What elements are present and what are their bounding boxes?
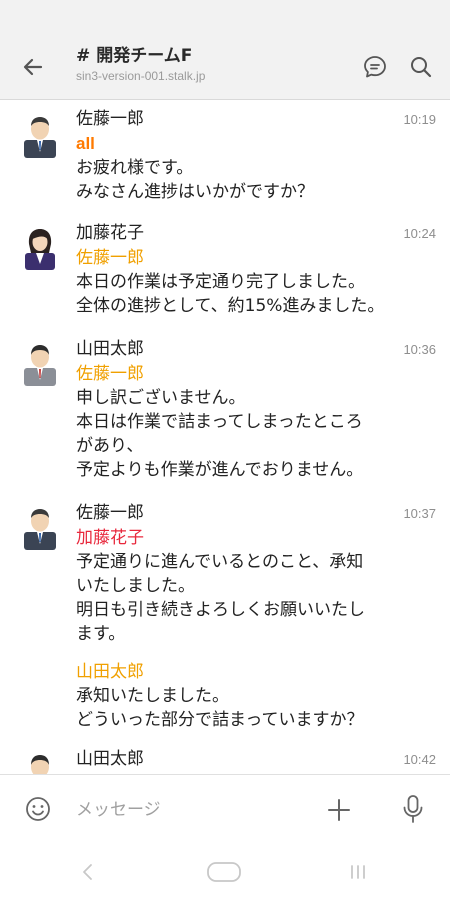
channel-title: # 開発チームF: [76, 46, 205, 66]
sender-name[interactable]: 加藤花子: [76, 220, 144, 246]
search-button[interactable]: [406, 52, 436, 82]
sender-name[interactable]: 山田太郎: [76, 336, 144, 362]
back-button[interactable]: [18, 52, 48, 82]
timestamp: 10:37: [403, 506, 436, 521]
timestamp: 10:36: [403, 342, 436, 357]
arrow-left-icon: [23, 58, 43, 76]
message-item: 加藤花子 10:24 佐藤一郎 本日の作業は予定通り完了しました。 全体の進捗と…: [0, 220, 450, 318]
message-line: いたしました。: [76, 576, 195, 596]
message-line: 承知いたしました。: [76, 686, 229, 706]
message-line: 申し訳ございません。: [76, 388, 246, 408]
channel-name: 開発チームF: [96, 46, 193, 66]
message-composer: [0, 774, 450, 844]
nav-back-icon[interactable]: [78, 862, 98, 882]
message-line: 明日も引き続きよろしくお願いいたし: [76, 600, 365, 620]
hash-icon: #: [76, 46, 91, 66]
mention-tag[interactable]: 加藤花子: [76, 526, 436, 550]
message-line: みなさん進捗はいかがですか？: [76, 182, 314, 202]
sender-name[interactable]: 佐藤一郎: [76, 500, 144, 526]
timestamp: 10:42: [403, 752, 436, 767]
message-line: お疲れ様です。: [76, 158, 194, 178]
chat-header: # 開発チームF sin3-version-001.stalk.jp: [0, 0, 450, 100]
emoji-icon[interactable]: [24, 795, 52, 823]
message-line: ます。: [76, 624, 126, 644]
message-item: 山田太郎 10:42: [0, 746, 450, 774]
message-item: 佐藤一郎 10:19 all お疲れ様です。 みなさん進捗はいかがですか？: [0, 106, 450, 204]
channel-title-block[interactable]: # 開発チームF sin3-version-001.stalk.jp: [76, 46, 205, 83]
system-navigation-bar: [0, 844, 450, 900]
nav-recent-apps-icon[interactable]: [348, 862, 368, 882]
workspace-domain: sin3-version-001.stalk.jp: [76, 69, 206, 83]
message-line: 予定よりも作業が進んでおりません。: [76, 460, 364, 480]
male-suit-avatar[interactable]: [20, 504, 60, 550]
mention-tag[interactable]: all: [76, 132, 436, 156]
plus-icon[interactable]: [324, 795, 354, 825]
timestamp: 10:19: [403, 112, 436, 127]
mic-icon[interactable]: [400, 793, 426, 825]
sender-name[interactable]: 佐藤一郎: [76, 106, 144, 132]
mention-tag[interactable]: 山田太郎: [76, 660, 436, 684]
message-line: 本日は作業で詰まってしまったところ: [76, 412, 363, 432]
timestamp: 10:24: [403, 226, 436, 241]
message-line: 全体の進捗として、約15%進みました。: [76, 296, 385, 316]
message-item: 山田太郎 10:36 佐藤一郎 申し訳ございません。 本日は作業で詰まってしまっ…: [0, 336, 450, 482]
male-suit-avatar[interactable]: [20, 112, 60, 158]
chat-bubble-icon: [364, 56, 386, 78]
search-icon: [411, 57, 432, 78]
message-item: 佐藤一郎 10:37 加藤花子 予定通りに進んでいるとのこと、承知 いたしました…: [0, 500, 450, 732]
nav-home-icon[interactable]: [206, 861, 242, 883]
message-line: 本日の作業は予定通り完了しました。: [76, 272, 365, 292]
message-line: があり、: [76, 436, 144, 456]
message-input[interactable]: [76, 793, 296, 827]
message-line: どういった部分で詰まっていますか？: [76, 710, 364, 730]
male-gray-avatar[interactable]: [20, 340, 60, 386]
message-line: 予定通りに進んでいるとのこと、承知: [76, 552, 364, 572]
female-avatar[interactable]: [20, 224, 60, 270]
mention-tag[interactable]: 佐藤一郎: [76, 362, 436, 386]
male-gray-avatar[interactable]: [20, 750, 60, 774]
mention-tag[interactable]: 佐藤一郎: [76, 246, 436, 270]
message-list[interactable]: 佐藤一郎 10:19 all お疲れ様です。 みなさん進捗はいかがですか？ 加藤…: [0, 100, 450, 774]
threads-button[interactable]: [360, 52, 390, 82]
sender-name[interactable]: 山田太郎: [76, 746, 144, 772]
